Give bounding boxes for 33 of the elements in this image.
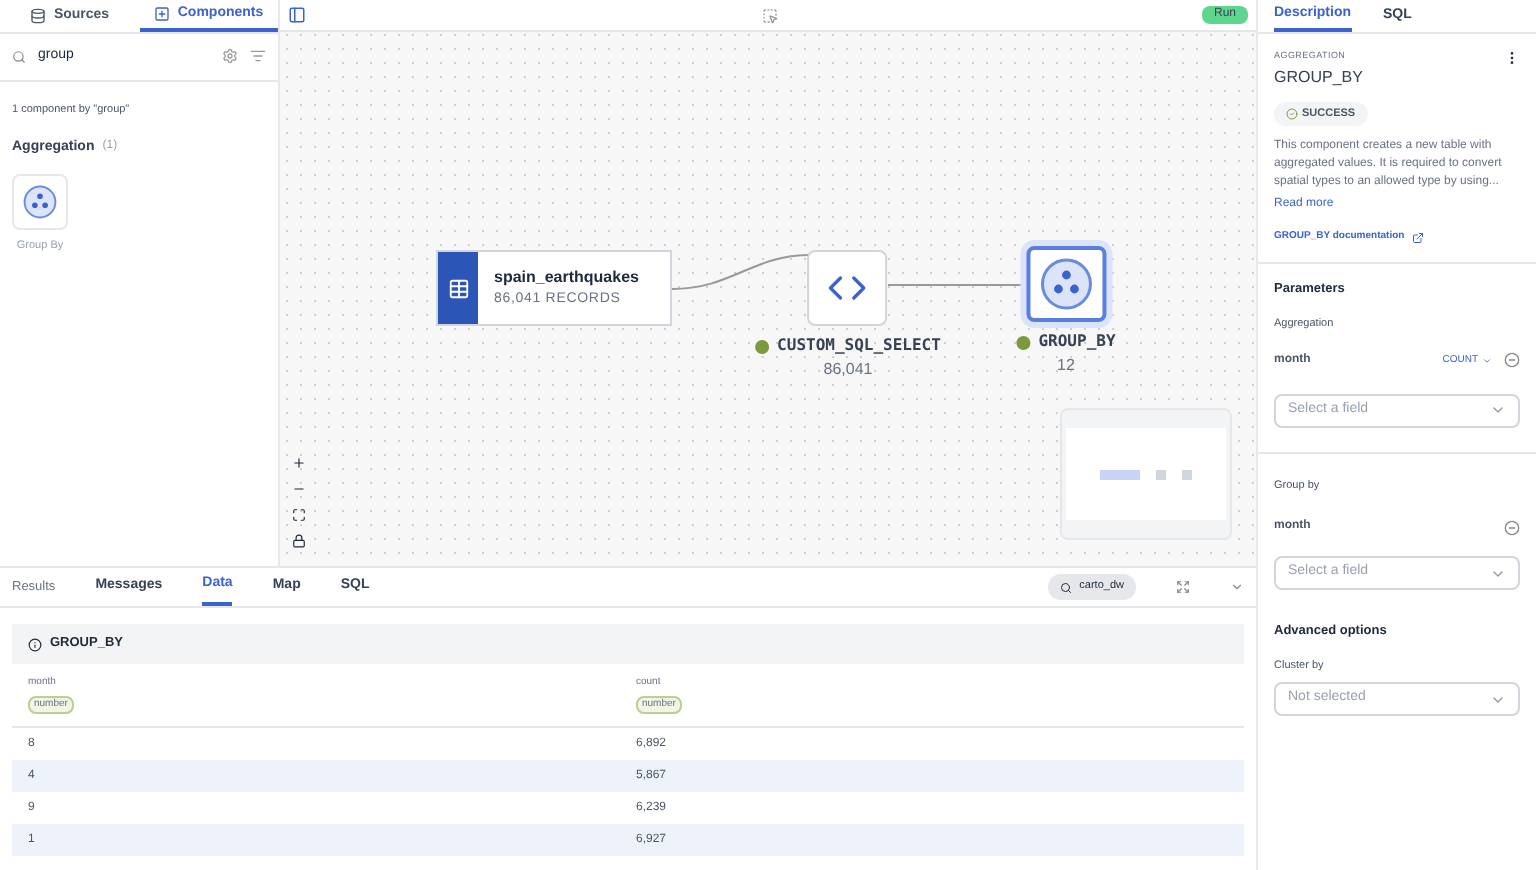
component-title: GROUP_BY — [1274, 66, 1365, 90]
remove-icon[interactable] — [1504, 519, 1520, 535]
panel-toggle-icon[interactable] — [288, 6, 306, 24]
node-title: GROUP_BY — [1038, 330, 1116, 354]
table-icon — [447, 277, 469, 299]
external-link-icon — [1412, 232, 1425, 244]
lock-icon[interactable] — [292, 534, 306, 548]
zoom-out-icon[interactable] — [292, 482, 306, 496]
connector-line — [888, 284, 1024, 286]
settings-icon[interactable] — [222, 48, 238, 65]
fullscreen-icon[interactable] — [1176, 580, 1190, 594]
collapse-icon[interactable] — [1230, 580, 1244, 594]
info-icon — [28, 637, 42, 651]
zoom-in-icon[interactable] — [292, 456, 306, 470]
chevron-down-icon — [1482, 355, 1492, 366]
check-circle-icon — [1286, 108, 1298, 121]
plus-square-icon — [153, 6, 170, 22]
fit-view-icon[interactable] — [292, 508, 306, 522]
three-dots-circle-icon — [22, 184, 58, 221]
node-subtitle: 12 — [1057, 354, 1075, 378]
remove-icon[interactable] — [1504, 352, 1520, 369]
node-subtitle: 86,041 — [823, 358, 873, 382]
node-title: spain_earthquakes — [494, 265, 639, 290]
filter-icon[interactable] — [250, 48, 266, 65]
sql-node[interactable] — [808, 250, 888, 326]
search-icon — [1059, 581, 1072, 593]
node-title: CUSTOM_SQL_SELECT — [777, 334, 941, 358]
connector-line — [672, 254, 810, 290]
group-node[interactable] — [1026, 246, 1106, 322]
component-tile[interactable] — [12, 174, 68, 231]
search-icon — [12, 49, 26, 64]
database-icon — [29, 8, 46, 24]
three-dots-circle-icon — [1038, 256, 1094, 312]
